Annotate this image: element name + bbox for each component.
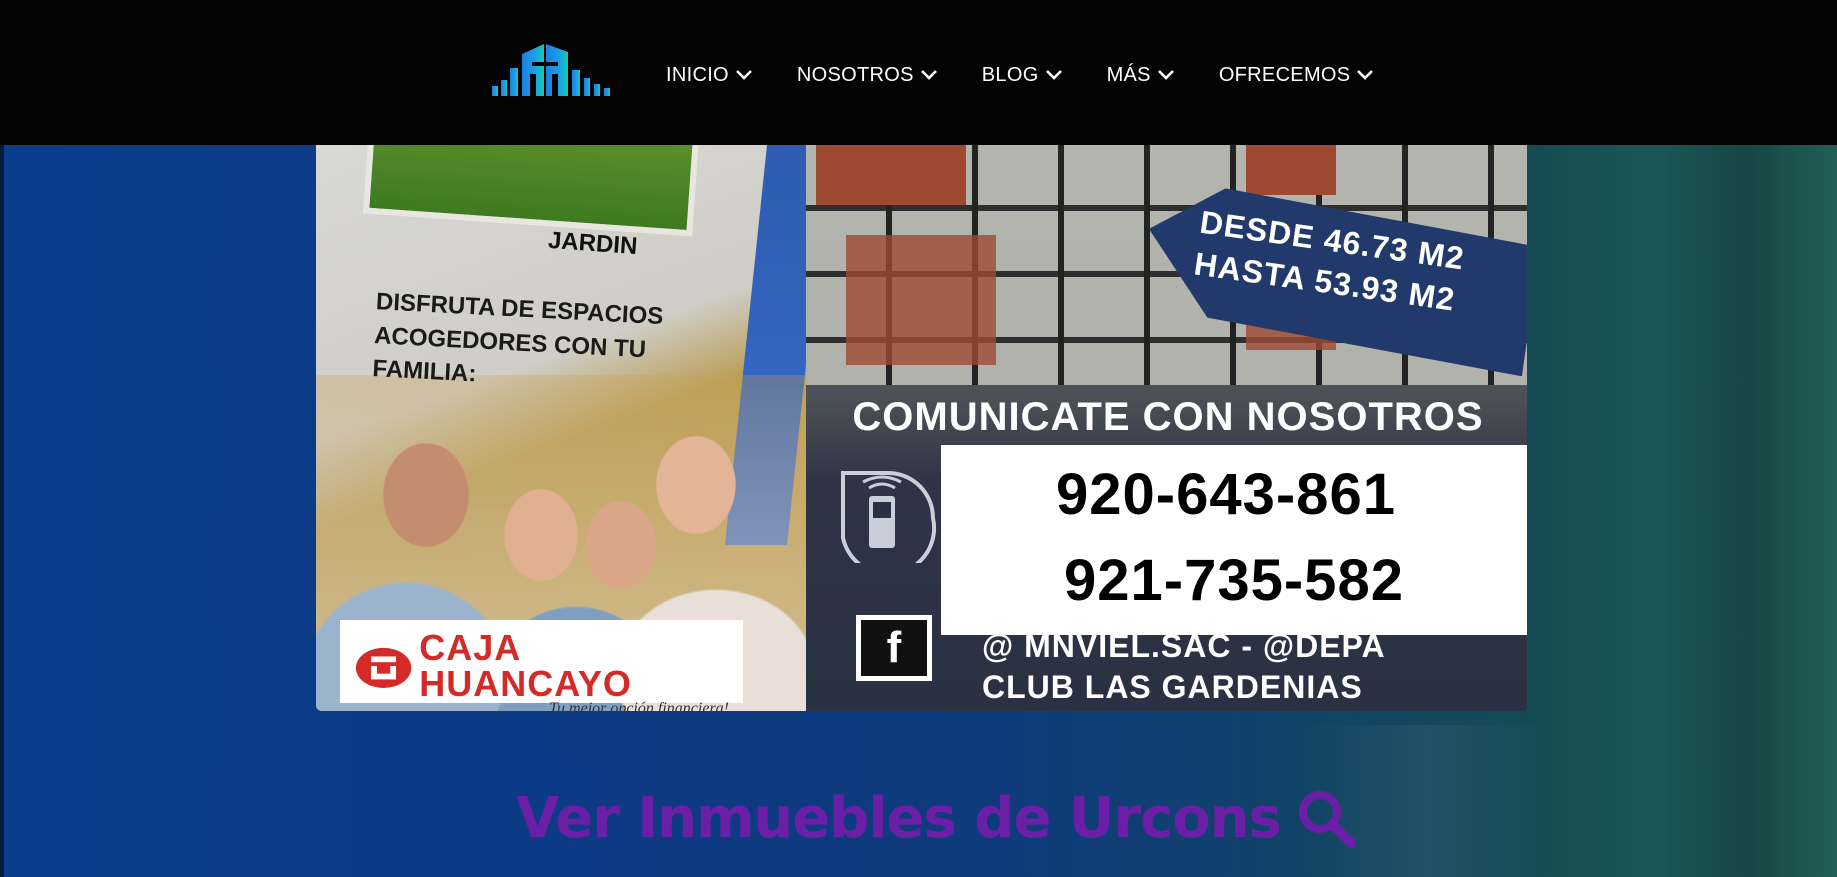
bank-name: CAJA HUANCAYO — [419, 627, 632, 704]
nav-label: INICIO — [666, 63, 729, 86]
social-handles: @ MNVIEL.SAC - @DEPA — [982, 628, 1386, 664]
search-icon — [1298, 791, 1356, 848]
chevron-down-icon — [736, 70, 752, 80]
hero-edge — [0, 145, 4, 877]
mobile-phone-icon — [841, 471, 937, 563]
chevron-down-icon — [1045, 70, 1062, 80]
phone-number-2[interactable]: 921-735-582 — [941, 547, 1527, 614]
bank-tagline: ...Tu mejor opción financiera! — [537, 700, 729, 711]
nav-item-inicio[interactable]: INICIO — [666, 64, 753, 87]
banner-tagline: DISFRUTA DE ESPACIOS ACOGEDORES CON TU F… — [371, 288, 664, 388]
chevron-down-icon — [1157, 70, 1174, 80]
nav-item-mas[interactable]: MÁS — [1107, 64, 1175, 87]
top-navbar: INICIO NOSOTROS BLOG MÁS OFRECEMOS — [0, 0, 1837, 145]
chevron-down-icon — [1357, 70, 1374, 80]
social-handles-cont: CLUB LAS GARDENIAS — [982, 669, 1363, 705]
phone-number-1[interactable]: 920-643-861 — [933, 461, 1519, 528]
chevron-down-icon — [920, 70, 937, 80]
nav-item-blog[interactable]: BLOG — [982, 64, 1063, 87]
caja-icon — [355, 647, 412, 688]
view-properties-link[interactable]: Ver Inmuebles de Urcons — [516, 783, 1357, 853]
nav-label: MÁS — [1106, 63, 1151, 86]
promo-banner: JARDIN DISFRUTA DE ESPACIOS ACOGEDORES C… — [316, 145, 1527, 711]
contact-heading: COMUNICATE CON NOSOTROS — [852, 395, 1484, 439]
facebook-icon[interactable]: f — [856, 615, 932, 681]
phone-box: 920-643-861 921-735-582 — [941, 445, 1527, 635]
main-nav: INICIO NOSOTROS BLOG MÁS OFRECEMOS — [666, 58, 1418, 92]
view-properties-heading: Ver Inmuebles de Urcons — [516, 785, 1282, 851]
nav-item-ofrecemos[interactable]: OFRECEMOS — [1219, 64, 1375, 87]
nav-item-nosotros[interactable]: NOSOTROS — [797, 64, 938, 87]
building-balcony — [1246, 145, 1336, 195]
nav-label: NOSOTROS — [796, 63, 914, 86]
nav-label: BLOG — [981, 63, 1039, 86]
hero-background-curtain — [1537, 145, 1837, 877]
building-balcony — [846, 235, 996, 365]
building-balcony — [816, 145, 966, 205]
logo-icon[interactable] — [492, 40, 614, 100]
nav-label: OFRECEMOS — [1218, 63, 1351, 86]
caja-huancayo-logo: CAJA HUANCAYO ...Tu mejor opción financi… — [340, 620, 743, 711]
